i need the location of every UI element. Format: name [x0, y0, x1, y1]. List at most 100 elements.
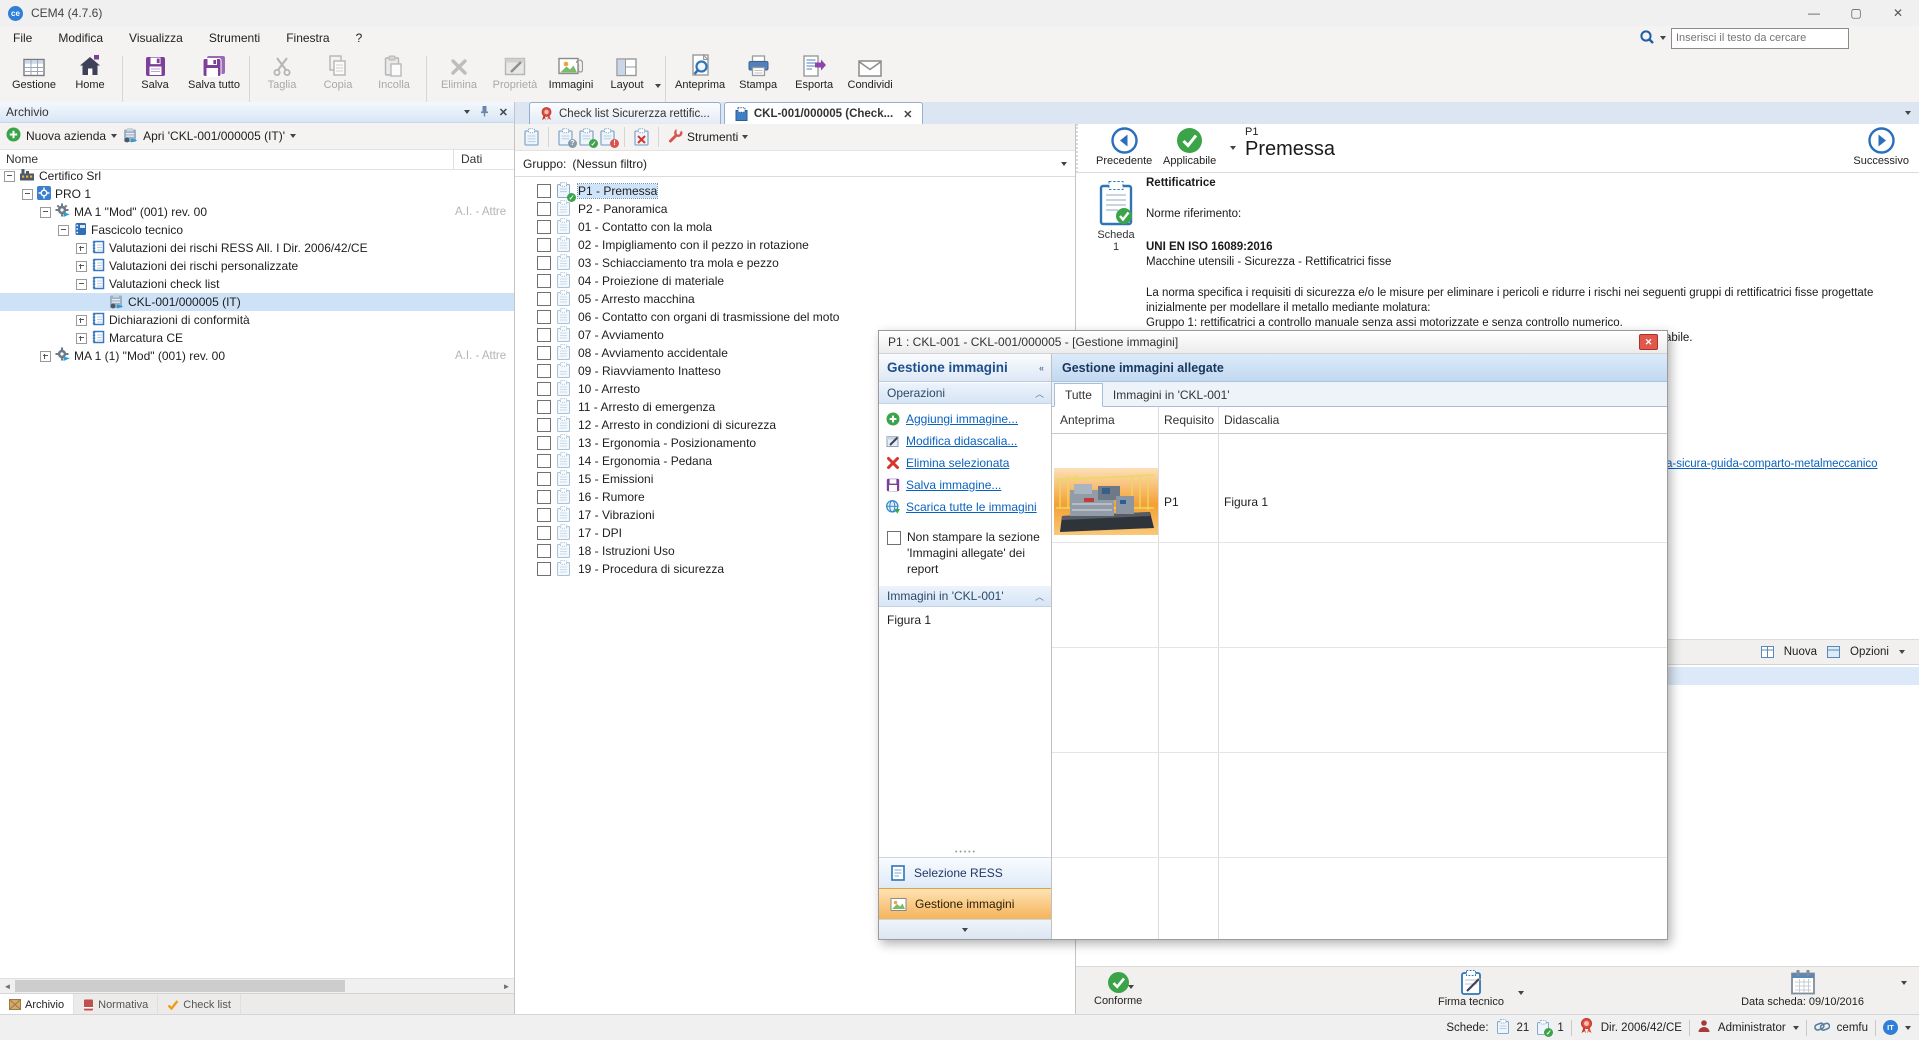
scroll-right-arrow[interactable]: ►: [499, 979, 514, 993]
open-checklist-button[interactable]: Apri 'CKL-001/000005 (IT)': [143, 129, 285, 143]
item-checkbox[interactable]: [537, 310, 551, 324]
reference-link[interactable]: a-sicura-guida-comparto-metalmeccanico: [1666, 458, 1878, 470]
user-caret[interactable]: [1793, 1026, 1799, 1030]
anteprima-button[interactable]: Anteprima: [670, 53, 730, 91]
chevron-up-icon[interactable]: ︿: [1035, 387, 1043, 400]
tab-list-caret[interactable]: [1905, 111, 1911, 115]
layout-button[interactable]: Layout: [599, 53, 655, 91]
item-checkbox[interactable]: [537, 562, 551, 576]
tab-immagini-in[interactable]: Immagini in 'CKL-001': [1103, 384, 1240, 406]
copia-button[interactable]: Copia: [310, 53, 366, 91]
scarica-immagini-link[interactable]: Scarica tutte le immagini: [879, 496, 1051, 518]
close-button[interactable]: ✕: [1877, 0, 1919, 26]
nuova-button[interactable]: Nuova: [1784, 646, 1817, 658]
item-checkbox[interactable]: [537, 436, 551, 450]
item-checkbox[interactable]: [537, 526, 551, 540]
menu-strumenti[interactable]: Strumenti: [196, 28, 273, 48]
checklist-item[interactable]: 04 - Proiezione di materiale: [515, 272, 1075, 290]
tree-row[interactable]: Dichiarazioni di conformità: [0, 311, 514, 329]
tree-row[interactable]: MA 1 "Mod" (001) rev. 00 A.I. - Attre: [0, 203, 514, 221]
maximize-button[interactable]: ▢: [1835, 0, 1877, 26]
conforme-button[interactable]: Conforme: [1094, 971, 1142, 1007]
strumenti-button[interactable]: Strumenti: [687, 130, 738, 144]
item-checkbox[interactable]: [537, 346, 551, 360]
col-didascalia[interactable]: Didascalia: [1224, 413, 1279, 427]
gestione-button[interactable]: Gestione: [6, 53, 62, 91]
incolla-button[interactable]: Incolla: [366, 53, 422, 91]
item-checkbox[interactable]: [537, 382, 551, 396]
menu-modifica[interactable]: Modifica: [45, 28, 116, 48]
language-caret[interactable]: [1905, 1026, 1911, 1030]
operazioni-header[interactable]: Operazioni ︿: [879, 382, 1051, 404]
tree-row[interactable]: Certifico Srl: [0, 167, 514, 185]
item-checkbox[interactable]: [537, 238, 551, 252]
connection-label[interactable]: cemfu: [1837, 1022, 1868, 1034]
condividi-button[interactable]: Condividi: [842, 53, 898, 91]
expand-icon[interactable]: [40, 351, 51, 362]
stampa-button[interactable]: Stampa: [730, 53, 786, 91]
item-checkbox[interactable]: [537, 454, 551, 468]
language-icon[interactable]: IT: [1883, 1020, 1898, 1035]
direttiva-label[interactable]: Dir. 2006/42/CE: [1601, 1022, 1682, 1034]
gruppo-caret[interactable]: [1061, 162, 1067, 166]
no-print-option[interactable]: Non stampare la sezione 'Immagini allega…: [879, 522, 1051, 581]
chevron-up-icon[interactable]: ︿: [1035, 590, 1043, 603]
item-checkbox[interactable]: [537, 274, 551, 288]
tree-row[interactable]: Marcatura CE: [0, 329, 514, 347]
modifica-didascalia-link[interactable]: Modifica didascalia...: [879, 430, 1051, 452]
item-checkbox[interactable]: [537, 184, 551, 198]
image-preview-thumbnail[interactable]: [1054, 468, 1158, 538]
applicabile-button[interactable]: Applicabile: [1163, 127, 1216, 167]
clipboard-icon[interactable]: [523, 128, 540, 146]
expand-icon[interactable]: [76, 315, 87, 326]
checklist-item[interactable]: 03 - Schiacciamento tra mola e pezzo: [515, 254, 1075, 272]
checklist-item[interactable]: 06 - Contatto con organi di trasmissione…: [515, 308, 1075, 326]
dock-tab-normativa[interactable]: Normativa: [74, 994, 158, 1015]
splitter-handle[interactable]: [879, 843, 1051, 857]
elimina-button[interactable]: Elimina: [431, 53, 487, 91]
panel-menu-caret[interactable]: [464, 110, 470, 114]
checklist-item-selected[interactable]: ✓P1 - Premessa: [515, 182, 1075, 200]
collapse-sidebar-icon[interactable]: «: [1039, 363, 1043, 373]
opzioni-button[interactable]: Opzioni: [1850, 646, 1889, 658]
scroll-left-arrow[interactable]: ◄: [0, 979, 15, 993]
item-checkbox[interactable]: [537, 220, 551, 234]
nav-overflow-bar[interactable]: [879, 919, 1051, 939]
column-dati[interactable]: Dati: [461, 152, 482, 166]
search-options-caret[interactable]: [1660, 36, 1666, 40]
strumenti-caret[interactable]: [742, 135, 748, 139]
checklist-item[interactable]: 05 - Arresto macchina: [515, 290, 1075, 308]
checklist-item[interactable]: 01 - Contatto con la mola: [515, 218, 1075, 236]
aggiungi-immagine-link[interactable]: Aggiungi immagine...: [879, 408, 1051, 430]
successivo-button[interactable]: Successivo: [1853, 127, 1909, 167]
tree-row-selected[interactable]: CKL-001/000005 (IT): [0, 293, 514, 311]
item-checkbox[interactable]: [537, 400, 551, 414]
expand-icon[interactable]: [76, 243, 87, 254]
item-checkbox[interactable]: [537, 418, 551, 432]
item-checkbox[interactable]: [537, 544, 551, 558]
new-company-button[interactable]: Nuova azienda: [26, 129, 106, 143]
item-checkbox[interactable]: [537, 364, 551, 378]
applicabile-caret[interactable]: [1230, 146, 1236, 150]
no-print-checkbox[interactable]: [887, 531, 901, 545]
dock-tab-checklist[interactable]: Check list: [158, 994, 241, 1015]
tree-row[interactable]: MA 1 (1) "Mod" (001) rev. 00 A.I. - Attr…: [0, 347, 514, 365]
clipboard-check-icon[interactable]: ✓: [578, 128, 595, 146]
row-requisito-value[interactable]: P1: [1164, 495, 1179, 509]
esporta-button[interactable]: Esporta: [786, 53, 842, 91]
collapse-icon[interactable]: [4, 171, 15, 182]
salva-button[interactable]: Salva: [127, 53, 183, 91]
item-checkbox[interactable]: [537, 292, 551, 306]
tree-row[interactable]: Valutazioni dei rischi RESS All. I Dir. …: [0, 239, 514, 257]
data-scheda-caret[interactable]: [1901, 981, 1907, 985]
collapse-icon[interactable]: [22, 189, 33, 200]
minimize-button[interactable]: —: [1793, 0, 1835, 26]
tab-tutte[interactable]: Tutte: [1054, 383, 1103, 407]
tree-row[interactable]: PRO 1: [0, 185, 514, 203]
taglia-button[interactable]: Taglia: [254, 53, 310, 91]
tree-row[interactable]: Valutazioni check list: [0, 275, 514, 293]
conforme-caret[interactable]: [1128, 985, 1134, 989]
col-requisito[interactable]: Requisito: [1164, 413, 1214, 427]
dialog-close-button[interactable]: ✕: [1639, 334, 1658, 350]
home-button[interactable]: Home: [62, 53, 118, 91]
